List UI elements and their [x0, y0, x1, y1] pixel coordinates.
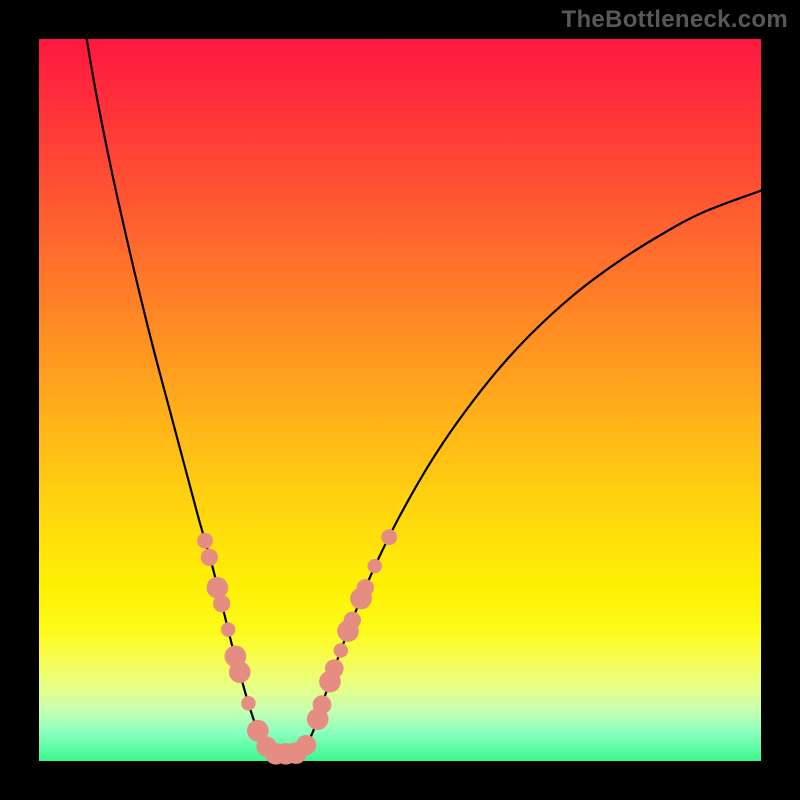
- data-marker: [241, 696, 255, 710]
- data-marker: [197, 533, 213, 549]
- data-marker: [381, 529, 397, 545]
- data-marker: [229, 661, 251, 683]
- data-marker: [201, 549, 218, 566]
- bottleneck-curve: [87, 39, 761, 754]
- plot-area: [39, 39, 761, 761]
- chart-frame: TheBottleneck.com: [0, 0, 800, 800]
- data-marker: [213, 595, 230, 612]
- chart-svg: [39, 39, 761, 761]
- data-marker: [334, 643, 348, 657]
- data-marker: [325, 659, 344, 678]
- markers-group: [197, 529, 397, 764]
- watermark-text: TheBottleneck.com: [562, 6, 788, 34]
- data-marker: [368, 559, 382, 573]
- data-marker: [296, 735, 316, 755]
- data-marker: [344, 612, 361, 629]
- data-marker: [221, 622, 235, 636]
- data-marker: [313, 695, 332, 714]
- data-marker: [357, 579, 374, 596]
- data-marker: [207, 577, 229, 599]
